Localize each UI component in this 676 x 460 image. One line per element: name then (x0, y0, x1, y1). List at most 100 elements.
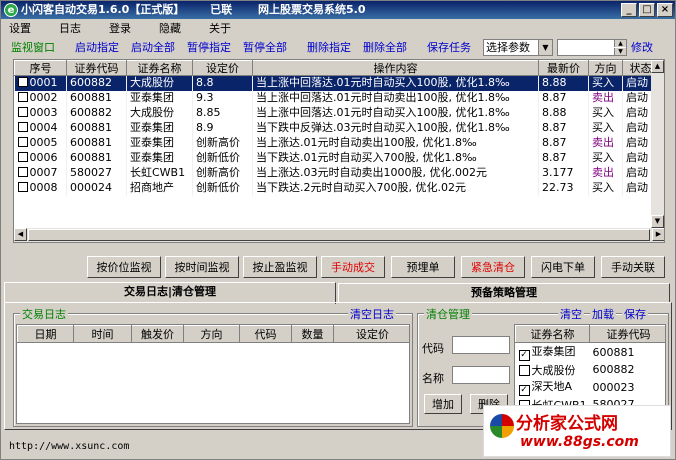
code-label: 代码 (422, 342, 444, 355)
title-bar: e 小闪客自动交易1.6.0【正式版】 已联 网上股票交易系统5.0 _ □ × (1, 1, 675, 19)
col-op[interactable]: 操作内容 (252, 60, 539, 76)
table-row[interactable]: 0003 600882 大成股份 8.85 当上涨中回落达.01元时自动买入100股, … (14, 105, 659, 121)
col-code[interactable]: 证券代码 (66, 60, 127, 76)
clear-col-name[interactable]: 证券名称 (515, 325, 590, 343)
list-item[interactable]: ✓ 亚泰集团 600881 (516, 343, 666, 361)
manual-link-button[interactable]: 手动关联 (601, 256, 665, 278)
scroll-right-icon[interactable]: ▶ (652, 228, 664, 241)
menu-login[interactable]: 登录 (109, 20, 131, 38)
param-spinner[interactable]: ▲ ▼ (557, 39, 627, 56)
unchecked-checkbox-icon[interactable] (518, 364, 530, 376)
profit-monitor-button[interactable]: 按止盈监视 (243, 256, 317, 278)
pause-selected-link[interactable]: 暂停指定 (187, 39, 231, 57)
cell-id: 0003 (14, 105, 67, 121)
scroll-down-icon[interactable]: ▼ (651, 215, 664, 228)
table-row[interactable]: 0002 600881 亚泰集团 9.3 当上涨中回落达.01元时自动卖出100股, 优… (14, 90, 659, 106)
param-select[interactable]: 选择参数 ▼ (483, 39, 553, 56)
spin-up-icon[interactable]: ▲ (614, 40, 626, 47)
col-last[interactable]: 最新价 (538, 60, 589, 76)
menu-about[interactable]: 关于 (209, 20, 231, 38)
price-monitor-button[interactable]: 按价位监视 (87, 256, 161, 278)
table-row[interactable]: 0001 600882 大成股份 8.8 当上涨中回落达.01元时自动买入100股, 优… (14, 75, 659, 91)
scroll-up-icon[interactable]: ▲ (651, 60, 664, 73)
start-all-link[interactable]: 启动全部 (131, 39, 175, 57)
preset-order-button[interactable]: 预埋单 (391, 256, 455, 278)
row-checkbox[interactable] (17, 182, 28, 192)
cell-code: 600881 (66, 150, 127, 166)
table-row[interactable]: 0007 580027 长虹CWB1 创新高价 当上涨达.03元时自动卖出1000股, … (14, 165, 659, 181)
clear-log-link[interactable]: 清空日志 (348, 306, 396, 322)
grid-hscroll[interactable]: ◀ ▶ (14, 228, 664, 242)
row-checkbox[interactable] (17, 77, 28, 88)
save-link[interactable]: 保存 (622, 306, 648, 322)
watermark-logo-icon (490, 414, 514, 438)
checked-checkbox-icon[interactable]: ✓ (518, 350, 530, 361)
row-checkbox[interactable] (17, 92, 28, 102)
log-col-trigger[interactable]: 触发价 (131, 325, 184, 343)
row-checkbox[interactable] (17, 152, 28, 162)
time-monitor-button[interactable]: 按时间监视 (165, 256, 239, 278)
pause-all-link[interactable]: 暂停全部 (243, 39, 287, 57)
table-row[interactable]: 0004 600881 亚泰集团 8.9 当下跌中反弹达.03元时自动买入100股, 优… (14, 120, 659, 136)
row-checkbox[interactable] (17, 122, 28, 132)
menu-log[interactable]: 日志 (59, 20, 81, 38)
delete-selected-link[interactable]: 删除指定 (307, 39, 351, 57)
manual-trade-button[interactable]: 手动成交 (321, 256, 385, 278)
log-col-price[interactable]: 设定价 (333, 325, 409, 343)
close-icon[interactable]: × (657, 3, 673, 17)
clear-header: 证券名称 证券代码 (515, 325, 665, 343)
globe-e-icon: e (4, 3, 18, 17)
cell-op: 当下跌中反弹达.03元时自动买入100股, 优化1.8‰ (252, 120, 539, 136)
col-dir[interactable]: 方向 (588, 60, 623, 76)
status-url[interactable]: http://www.xsunc.com (9, 441, 129, 452)
row-id: 0006 (29, 151, 58, 164)
scroll-left-icon[interactable]: ◀ (14, 228, 27, 241)
menu-hide[interactable]: 隐藏 (159, 20, 181, 38)
menu-settings[interactable]: 设置 (9, 20, 31, 38)
add-button[interactable]: 增加 (424, 394, 462, 414)
tab-preset-strategy[interactable]: 预备策略管理 (338, 283, 670, 303)
start-selected-link[interactable]: 启动指定 (75, 39, 119, 57)
log-list[interactable]: 日期 时间 触发价 方向 代码 数量 设定价 (16, 324, 410, 424)
log-col-time[interactable]: 时间 (73, 325, 132, 343)
tab-log-clear[interactable]: 交易日志|清仓管理 (4, 282, 336, 304)
row-checkbox[interactable] (17, 137, 28, 147)
hscroll-thumb[interactable] (28, 229, 650, 241)
row-checkbox[interactable] (17, 107, 28, 117)
modify-link[interactable]: 修改 (631, 39, 653, 57)
clear-positions-link[interactable]: 清空 (558, 306, 584, 322)
flash-order-button[interactable]: 闪电下单 (531, 256, 595, 278)
minimize-icon[interactable]: _ (621, 3, 637, 17)
col-name[interactable]: 证券名称 (126, 60, 193, 76)
cell-last: 3.177 (538, 165, 589, 181)
log-col-qty[interactable]: 数量 (291, 325, 334, 343)
checked-checkbox-icon[interactable]: ✓ (518, 385, 530, 396)
log-col-date[interactable]: 日期 (17, 325, 74, 343)
table-row[interactable]: 0006 600881 亚泰集团 创新低价 当下跌达.01元时自动买入700股, 优化1… (14, 150, 659, 166)
spin-down-icon[interactable]: ▼ (614, 48, 626, 55)
grid-vscroll[interactable]: ▲ ▼ (651, 60, 664, 228)
cell-dir: 卖出 (588, 165, 623, 181)
save-task-link[interactable]: 保存任务 (427, 39, 471, 57)
maximize-icon[interactable]: □ (639, 3, 655, 17)
code-input[interactable] (452, 336, 510, 354)
log-col-code[interactable]: 代码 (239, 325, 292, 343)
load-link[interactable]: 加载 (590, 306, 616, 322)
col-price[interactable]: 设定价 (192, 60, 253, 76)
list-item[interactable]: 大成股份 600882 (516, 361, 666, 378)
col-id[interactable]: 序号 (14, 60, 67, 76)
name-input[interactable] (452, 366, 510, 384)
chevron-down-icon[interactable]: ▼ (538, 40, 552, 55)
cell-id: 0005 (14, 135, 67, 151)
delete-all-link[interactable]: 删除全部 (363, 39, 407, 57)
task-grid[interactable]: 序号 证券代码 证券名称 设定价 操作内容 最新价 方向 状态 0001 6008… (13, 59, 665, 243)
list-item[interactable]: ✓ 深天地A 000023 (516, 378, 666, 396)
emergency-clear-button[interactable]: 紧急清仓 (461, 256, 525, 278)
cell-op: 当上涨达.01元时自动卖出100股, 优化1.8‰ (252, 135, 539, 151)
table-row[interactable]: 0005 600881 亚泰集团 创新高价 当上涨达.01元时自动卖出100股, 优化1… (14, 135, 659, 151)
cell-name: 亚泰集团 (126, 150, 193, 166)
log-col-dir[interactable]: 方向 (183, 325, 240, 343)
row-checkbox[interactable] (17, 167, 28, 177)
table-row[interactable]: 0008 000024 招商地产 创新低价 当下跌达.2元时自动买入700股, 优化.0… (14, 180, 659, 196)
clear-col-code[interactable]: 证券代码 (589, 325, 665, 343)
